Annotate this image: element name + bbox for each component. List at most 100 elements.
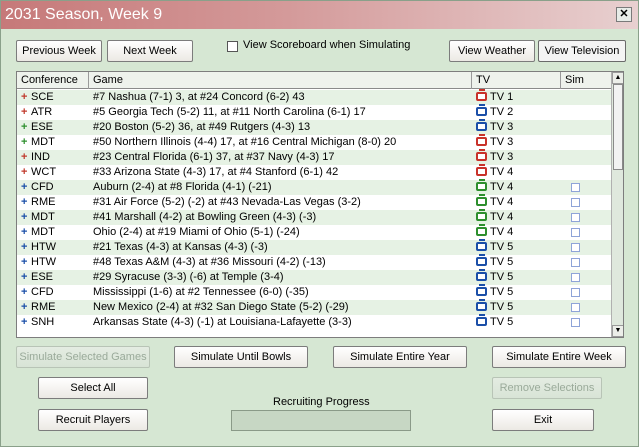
conference-cell: + SCE — [21, 90, 89, 105]
table-row[interactable]: + RME New Mexico (2-4) at #32 San Diego St… — [17, 299, 611, 315]
exit-button[interactable]: Exit — [492, 409, 594, 431]
expand-icon[interactable]: + — [21, 135, 31, 150]
table-row[interactable]: + SNH Arkansas State (4-3) (-1) at Louisia… — [17, 314, 611, 330]
tv-label: TV 2 — [490, 106, 514, 118]
recruit-players-button[interactable]: Recruit Players — [38, 409, 148, 431]
table-row[interactable]: + RME #31 Air Force (5-2) (-2) at #43 Neva… — [17, 194, 611, 210]
simulate-entire-year-button[interactable]: Simulate Entire Year — [333, 346, 467, 368]
game-cell: #33 Arizona State (4-3) 17, at #4 Stanfo… — [93, 166, 339, 178]
expand-icon[interactable]: + — [21, 210, 31, 225]
television-icon — [476, 254, 487, 266]
television-icon — [476, 314, 487, 326]
television-icon — [476, 179, 487, 191]
tv-cell: TV 5 — [476, 239, 562, 255]
conference-cell: + RME — [21, 300, 89, 315]
expand-icon[interactable]: + — [21, 150, 31, 165]
simulate-entire-week-button[interactable]: Simulate Entire Week — [492, 346, 626, 368]
sim-checkbox[interactable] — [571, 258, 580, 267]
column-header-conference[interactable]: Conference — [17, 72, 89, 89]
table-row[interactable]: + MDT #50 Northern Illinois (4-4) 17, at #… — [17, 134, 611, 150]
column-header-sim[interactable]: Sim — [561, 72, 611, 89]
vertical-scrollbar[interactable]: ▲ ▼ — [611, 72, 623, 337]
scroll-down-icon[interactable]: ▼ — [612, 325, 623, 337]
expand-icon[interactable]: + — [21, 120, 31, 135]
sim-checkbox[interactable] — [571, 288, 580, 297]
sim-checkbox[interactable] — [571, 243, 580, 252]
television-icon — [476, 299, 487, 311]
tv-cell: TV 4 — [476, 164, 562, 180]
table-row[interactable]: + WCT #33 Arizona State (4-3) 17, at #4 St… — [17, 164, 611, 180]
table-row[interactable]: + ESE #20 Boston (5-2) 36, at #49 Rutgers … — [17, 119, 611, 135]
game-cell: New Mexico (2-4) at #32 San Diego State … — [93, 301, 349, 313]
conference-label: CFD — [31, 286, 54, 298]
tv-label: TV 4 — [490, 166, 514, 178]
conference-label: SCE — [31, 91, 54, 103]
game-cell: Mississippi (1-6) at #2 Tennessee (6-0) … — [93, 286, 309, 298]
expand-icon[interactable]: + — [21, 255, 31, 270]
expand-icon[interactable]: + — [21, 240, 31, 255]
expand-icon[interactable]: + — [21, 180, 31, 195]
table-row[interactable]: + MDT Ohio (2-4) at #19 Miami of Ohio (5-1… — [17, 224, 611, 240]
expand-icon[interactable]: + — [21, 270, 31, 285]
sim-checkbox[interactable] — [571, 318, 580, 327]
conference-cell: + MDT — [21, 135, 89, 150]
game-cell: Auburn (2-4) at #8 Florida (4-1) (-21) — [93, 181, 272, 193]
expand-icon[interactable]: + — [21, 90, 31, 105]
game-cell: #29 Syracuse (3-3) (-6) at Temple (3-4) — [93, 271, 284, 283]
table-row[interactable]: + CFD Mississippi (1-6) at #2 Tennessee (6… — [17, 284, 611, 300]
game-cell: #7 Nashua (7-1) 3, at #24 Concord (6-2) … — [93, 91, 305, 103]
conference-cell: + IND — [21, 150, 89, 165]
sim-checkbox[interactable] — [571, 183, 580, 192]
scroll-up-icon[interactable]: ▲ — [612, 72, 623, 84]
table-row[interactable]: + IND #23 Central Florida (6-1) 37, at #37… — [17, 149, 611, 165]
sim-checkbox[interactable] — [571, 198, 580, 207]
sim-checkbox[interactable] — [571, 273, 580, 282]
view-weather-button[interactable]: View Weather — [449, 40, 535, 62]
column-header-game[interactable]: Game — [89, 72, 472, 89]
next-week-button[interactable]: Next Week — [107, 40, 193, 62]
sim-checkbox[interactable] — [571, 303, 580, 312]
scroll-thumb[interactable] — [613, 84, 623, 170]
table-row[interactable]: + ATR #5 Georgia Tech (5-2) 11, at #11 Nor… — [17, 104, 611, 120]
television-icon — [476, 194, 487, 206]
tv-label: TV 4 — [490, 226, 514, 238]
game-cell: Ohio (2-4) at #19 Miami of Ohio (5-1) (-… — [93, 226, 300, 238]
view-television-button[interactable]: View Television — [538, 40, 626, 62]
remove-selections-button[interactable]: Remove Selections — [492, 377, 602, 399]
table-row[interactable]: + CFD Auburn (2-4) at #8 Florida (4-1) (-2… — [17, 179, 611, 195]
table-row[interactable]: + MDT #41 Marshall (4-2) at Bowling Green … — [17, 209, 611, 225]
tv-cell: TV 5 — [476, 299, 562, 315]
table-row[interactable]: + HTW #48 Texas A&M (4-3) at #36 Missouri … — [17, 254, 611, 270]
simulate-until-bowls-button[interactable]: Simulate Until Bowls — [174, 346, 308, 368]
sim-checkbox[interactable] — [571, 228, 580, 237]
expand-icon[interactable]: + — [21, 300, 31, 315]
television-icon — [476, 269, 487, 281]
table-row[interactable]: + ESE #29 Syracuse (3-3) (-6) at Temple (3… — [17, 269, 611, 285]
table-row[interactable]: + HTW #21 Texas (4-3) at Kansas (4-3) (-3)… — [17, 239, 611, 255]
select-all-button[interactable]: Select All — [38, 377, 148, 399]
sim-checkbox[interactable] — [571, 213, 580, 222]
conference-cell: + HTW — [21, 240, 89, 255]
expand-icon[interactable]: + — [21, 315, 31, 330]
close-button[interactable]: ✕ — [616, 7, 632, 22]
expand-icon[interactable]: + — [21, 165, 31, 180]
conference-cell: + SNH — [21, 315, 89, 330]
expand-icon[interactable]: + — [21, 285, 31, 300]
close-icon: ✕ — [619, 8, 629, 20]
television-icon — [476, 164, 487, 176]
expand-icon[interactable]: + — [21, 225, 31, 240]
simulate-selected-games-button[interactable]: Simulate Selected Games — [16, 346, 150, 368]
tv-label: TV 4 — [490, 211, 514, 223]
tv-cell: TV 5 — [476, 269, 562, 285]
expand-icon[interactable]: + — [21, 195, 31, 210]
previous-week-button[interactable]: Previous Week — [16, 40, 102, 62]
column-header-tv[interactable]: TV — [472, 72, 561, 89]
table-row[interactable]: + SCE #7 Nashua (7-1) 3, at #24 Concord (6… — [17, 89, 611, 105]
conference-cell: + HTW — [21, 255, 89, 270]
view-scoreboard-checkbox[interactable] — [227, 41, 238, 52]
expand-icon[interactable]: + — [21, 105, 31, 120]
tv-label: TV 5 — [490, 271, 514, 283]
game-cell: #50 Northern Illinois (4-4) 17, at #16 C… — [93, 136, 397, 148]
conference-cell: + RME — [21, 195, 89, 210]
tv-label: TV 5 — [490, 241, 514, 253]
